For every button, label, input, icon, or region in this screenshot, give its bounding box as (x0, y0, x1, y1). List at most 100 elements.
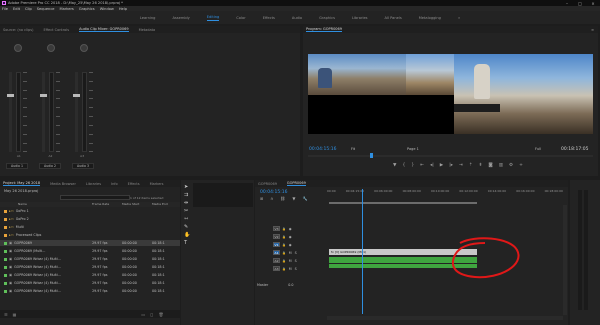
workspace-assembly[interactable]: Assembly (172, 16, 189, 20)
workspace-color[interactable]: Color (236, 16, 245, 20)
volume-fader[interactable] (73, 94, 80, 97)
workspace-all-panels[interactable]: All Panels (385, 16, 402, 20)
export-frame-icon[interactable]: ◙ (488, 163, 492, 168)
workspace-effects[interactable]: Effects (263, 16, 275, 20)
tab-source[interactable]: Source: (no clips) (3, 28, 33, 32)
eye-icon[interactable]: ◉ (289, 235, 292, 239)
mute-icon[interactable]: M (289, 267, 292, 271)
add-marker-icon[interactable]: ▼ (292, 196, 295, 201)
workspace-libraries[interactable]: Libraries (352, 16, 368, 20)
snap-icon[interactable]: ∩ (270, 196, 273, 201)
go-to-in-icon[interactable]: ⇤ (420, 163, 424, 168)
program-scrubber[interactable] (308, 155, 593, 157)
mute-icon[interactable]: M (289, 259, 292, 263)
icon-view-icon[interactable]: ▦ (13, 312, 17, 317)
solo-icon[interactable]: S (295, 251, 297, 255)
timeline-horizontal-scrollbar[interactable] (327, 316, 563, 320)
tab-effect-controls[interactable]: Effect Controls (43, 28, 69, 32)
volume-fader[interactable] (40, 94, 47, 97)
workspace-learning[interactable]: Learning (140, 16, 156, 20)
master-volume[interactable]: 0.0 (288, 283, 293, 287)
solo-icon[interactable]: S (295, 259, 297, 263)
ripple-edit-tool-icon[interactable]: ⇹ (184, 199, 190, 207)
trash-icon[interactable]: 🗑 (158, 312, 163, 317)
tab-media-browser[interactable]: Media Browser (50, 182, 76, 186)
step-forward-icon[interactable]: |▸ (449, 163, 453, 168)
column-frame-rate[interactable]: Frame Rate (92, 202, 122, 207)
eye-icon[interactable]: ◉ (289, 227, 292, 231)
tab-info[interactable]: Info (111, 182, 118, 186)
tab-markers[interactable]: Markers (150, 182, 164, 186)
pen-tool-icon[interactable]: ✎ (184, 223, 190, 231)
menu-sequence[interactable]: Sequence (37, 7, 55, 11)
page-selector[interactable]: Page 1 (407, 147, 419, 151)
tab-program[interactable]: Program: GOPR0069 (306, 27, 342, 32)
tab-audio-clip-mixer[interactable]: Audio Clip Mixer: GOPR0069 (79, 27, 129, 32)
settings-icon[interactable]: ⚙ (509, 163, 513, 168)
column-media-end[interactable]: Media End (152, 202, 180, 207)
work-area-bar[interactable] (329, 202, 477, 204)
mute-icon[interactable]: M (289, 251, 292, 255)
add-icon[interactable]: + (519, 163, 523, 168)
workspace-graphics[interactable]: Graphics (319, 16, 335, 20)
comparison-icon[interactable]: ▥ (499, 163, 503, 168)
new-item-icon[interactable]: ◻ (150, 312, 153, 317)
lock-icon[interactable]: 🔒 (282, 243, 286, 247)
menu-file[interactable]: File (2, 7, 8, 11)
tab-sequence-1[interactable]: GOPR0069 (258, 182, 277, 186)
project-search-input[interactable] (60, 195, 130, 200)
menu-edit[interactable]: Edit (13, 7, 20, 11)
eye-icon[interactable]: ◉ (289, 243, 292, 247)
project-item-row[interactable]: ▸▭ GoPro 1 (0, 208, 180, 214)
tab-metadata[interactable]: Metadata (139, 28, 156, 32)
project-item-row[interactable]: ▸▭ Processed Clips (0, 232, 180, 238)
type-tool-icon[interactable]: T (184, 239, 190, 247)
tab-project[interactable]: Project: May 26 2018 (3, 181, 41, 186)
column-media-start[interactable]: Media Start (122, 202, 152, 207)
project-item-row[interactable]: ▸▭ GoPro 2 (0, 216, 180, 222)
lock-icon[interactable]: 🔒 (282, 227, 286, 231)
lock-icon[interactable]: 🔒 (282, 259, 286, 263)
playhead-marker[interactable] (370, 153, 373, 158)
timeline-timecode[interactable]: 00:04:15:16 (260, 189, 287, 195)
solo-icon[interactable]: S (295, 267, 297, 271)
menu-help[interactable]: Help (119, 7, 127, 11)
project-item-row[interactable]: ▣ GOPR0069 Wrbar (4) Multi... 29.97 fps 00:… (0, 272, 180, 278)
extract-icon[interactable]: ⇞ (479, 163, 483, 168)
menu-graphics[interactable]: Graphics (79, 7, 95, 11)
project-item-row[interactable]: ▣ GOPR0069 Wrbar (4) Multi... 29.97 fps 00:… (0, 280, 180, 286)
pan-knob[interactable] (47, 44, 55, 52)
nest-icon[interactable]: ⊞ (260, 196, 263, 201)
in-point-icon[interactable]: { (402, 163, 405, 168)
lock-icon[interactable]: 🔒 (282, 267, 286, 271)
menu-clip[interactable]: Clip (25, 7, 32, 11)
track-target-toggle[interactable]: V2 (273, 234, 280, 239)
razor-tool-icon[interactable]: ✂ (184, 207, 190, 215)
timeline-vertical-scrollbar[interactable] (563, 205, 567, 315)
track-target-toggle[interactable]: A2 (273, 258, 280, 263)
workspace-metalogging[interactable]: Metalogging (419, 16, 441, 20)
lift-icon[interactable]: ⇡ (469, 163, 473, 168)
track-target-toggle[interactable]: A1 (273, 250, 280, 255)
project-item-row[interactable]: ▣ GOPR0069 Wrbar (4) Multi... 29.97 fps 00:… (0, 256, 180, 262)
project-item-row[interactable]: ▣ GOPR0069 Wrbar (4) Multi... 29.97 fps 00:… (0, 288, 180, 294)
project-item-row[interactable]: ▣ GOPR0069 29.97 fps 00:00:00 00:18:1 (0, 240, 180, 246)
program-timecode[interactable]: 00:04:15:16 (309, 146, 336, 152)
pan-knob[interactable] (14, 44, 22, 52)
track-select-tool-icon[interactable]: ⇉ (184, 191, 190, 199)
track-target-toggle[interactable]: V3 (273, 226, 280, 231)
go-to-out-icon[interactable]: ⇥ (459, 163, 463, 168)
step-back-icon[interactable]: ◂| (430, 163, 434, 168)
lock-icon[interactable]: 🔒 (282, 251, 286, 255)
tab-effects[interactable]: Effects (128, 182, 140, 186)
workspace-audio[interactable]: Audio (292, 16, 302, 20)
play-icon[interactable]: ▶ (440, 163, 443, 168)
lock-icon[interactable]: 🔒 (282, 235, 286, 239)
list-view-icon[interactable]: ☰ (4, 312, 8, 317)
column-name[interactable]: Name (0, 202, 92, 207)
selection-tool-icon[interactable]: ➤ (184, 183, 190, 191)
menu-window[interactable]: Window (100, 7, 114, 11)
workspace-more-icon[interactable]: » (458, 16, 460, 20)
slip-tool-icon[interactable]: ⇿ (184, 215, 190, 223)
fit-dropdown[interactable]: Fit (351, 147, 355, 151)
